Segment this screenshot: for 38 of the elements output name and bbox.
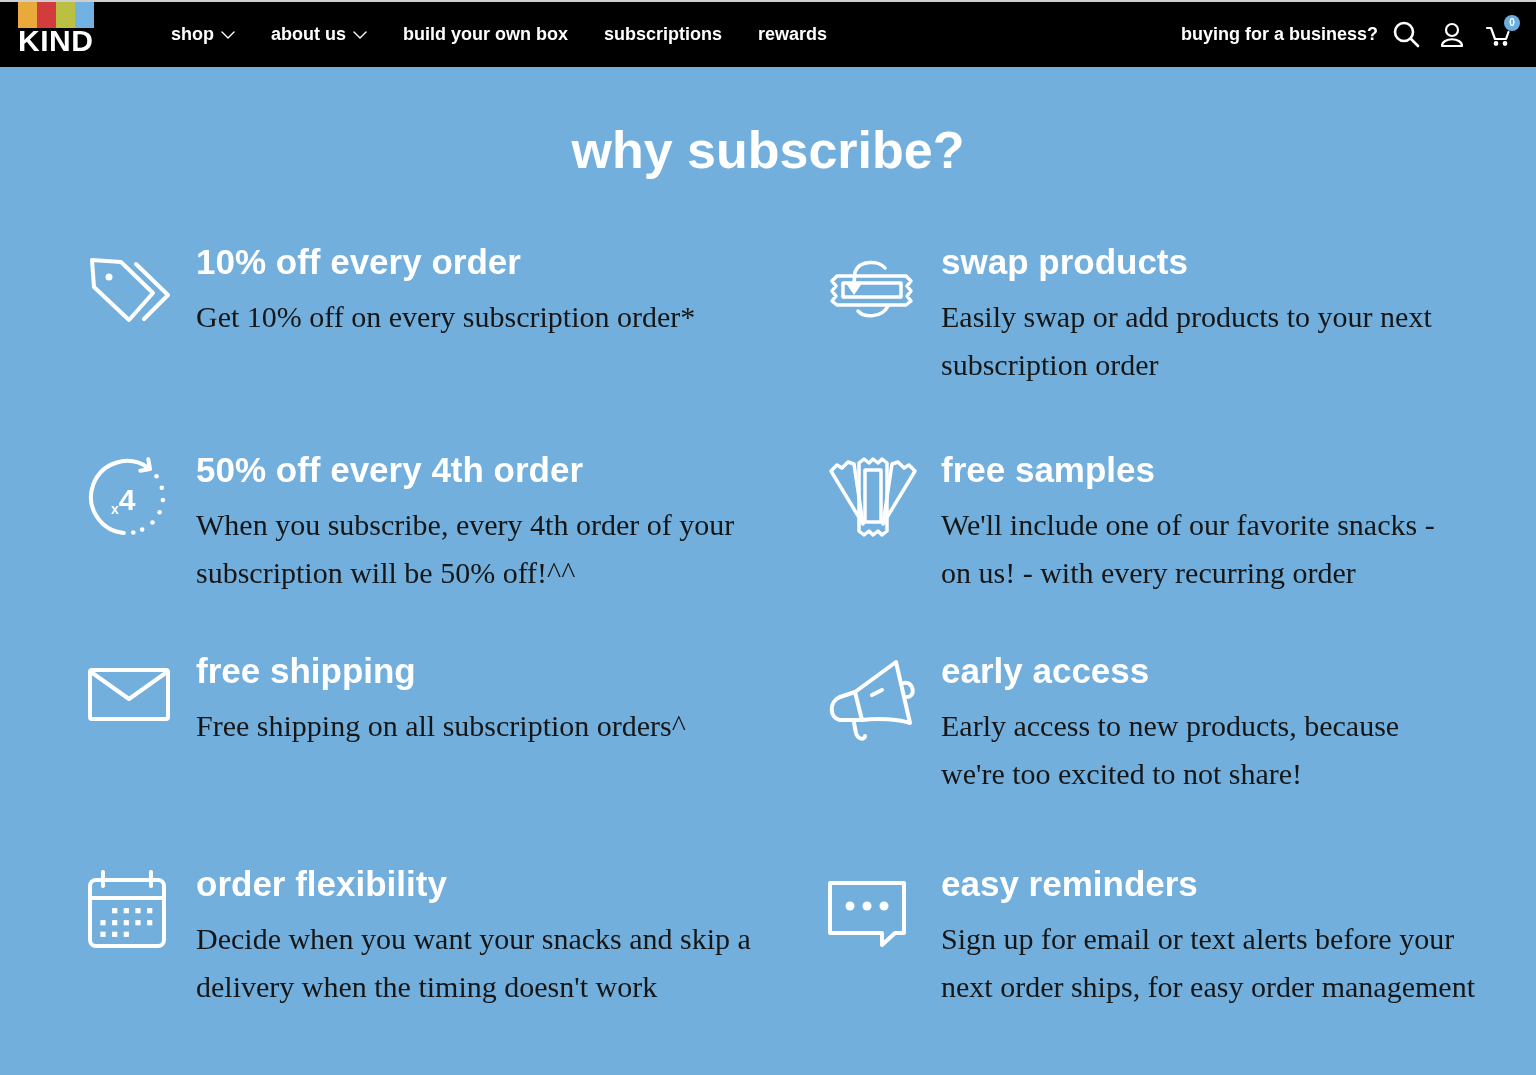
chat-bubble-icon: [828, 881, 906, 947]
cart-count-badge: 0: [1504, 14, 1520, 31]
feature-title: early access: [941, 651, 1150, 691]
feature-title: free samples: [941, 450, 1156, 490]
nav-link[interactable]: build your own box: [403, 21, 568, 48]
chevron-down-icon: [221, 30, 235, 39]
wrapped-bar-swap-icon: [828, 259, 915, 319]
page-title: why subscribe?: [571, 120, 965, 180]
feature-description: Free shipping on all subscription orders^: [196, 708, 687, 744]
circular-arrow-icon: [88, 457, 167, 537]
chevron-down-icon: [353, 30, 367, 39]
nav-link[interactable]: about us: [271, 21, 367, 48]
feature-description: We'll include one of our favorite snacks - on us! - with every recurring order: [941, 507, 1436, 591]
feature-description: When you subscribe, every 4th order of your subscription will be 50% off!^^: [196, 507, 736, 591]
feature-description: Early access to new products, because we're too excited to not share!: [941, 708, 1401, 792]
feature-title: order flexibility: [196, 864, 447, 904]
logo-blocks-icon: [18, 2, 94, 28]
user-icon[interactable]: [1440, 21, 1464, 48]
feature-title: 10% off every order: [196, 242, 521, 282]
feature-title: 50% off every 4th order: [196, 450, 584, 490]
feature-title: free shipping: [196, 651, 416, 691]
feature-description: Decide when you want your snacks and skip a delivery when the timing doesn't work: [196, 921, 752, 1005]
nav-link[interactable]: rewards: [758, 21, 828, 48]
tags-icon: [88, 256, 172, 325]
nav-link[interactable]: subscriptions: [604, 21, 723, 48]
search-icon[interactable]: [1393, 20, 1420, 49]
feature-description: Sign up for email or text alerts before your next order ships, for easy order management: [941, 921, 1476, 1005]
feature-title: easy reminders: [941, 864, 1198, 904]
wrapped-snacks-icon: [828, 455, 919, 537]
business-link[interactable]: buying for a business?: [1180, 21, 1378, 48]
calendar-icon: [88, 869, 166, 949]
nav-link[interactable]: shop: [171, 21, 235, 48]
feature-description: Get 10% off on every subscription order*: [196, 299, 697, 335]
logo[interactable]: KIND: [18, 2, 94, 56]
envelope-icon: [88, 668, 170, 721]
multiplier-label: $_{x}$4: [111, 485, 136, 515]
feature-title: swap products: [941, 242, 1188, 282]
feature-description: Easily swap or add products to your next subscription order: [941, 299, 1433, 383]
